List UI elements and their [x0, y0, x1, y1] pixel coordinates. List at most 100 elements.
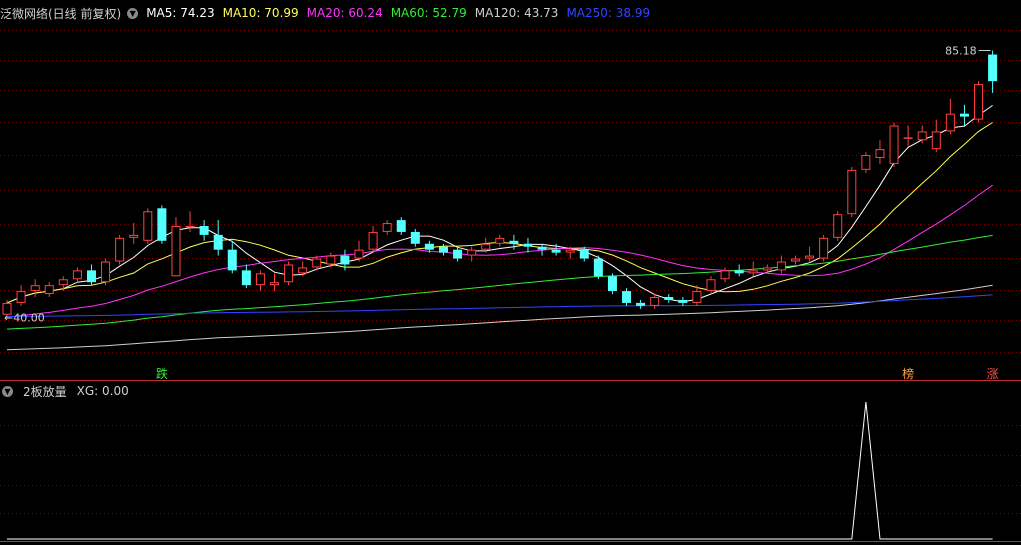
- candle: [593, 255, 603, 280]
- candle: [931, 119, 941, 153]
- candle: [115, 234, 125, 265]
- candle-body: [396, 220, 406, 232]
- candle: [396, 217, 406, 235]
- candle-body: [157, 208, 167, 241]
- candle-body: [453, 249, 463, 259]
- candle: [171, 217, 181, 277]
- candle-body: [847, 169, 857, 215]
- candle-body: [86, 270, 96, 283]
- candle: [157, 205, 167, 244]
- candle: [861, 152, 871, 173]
- candle-body: [495, 237, 505, 244]
- candle-body: [115, 237, 125, 262]
- signal-marker: 榜: [902, 366, 914, 381]
- ma60-line: [6, 234, 993, 330]
- candle-body: [101, 261, 111, 283]
- candle-body: [650, 296, 660, 306]
- candle: [988, 50, 998, 93]
- candle-body: [354, 249, 364, 259]
- candle-body: [438, 246, 448, 253]
- candle: [903, 125, 913, 147]
- candle-body: [622, 291, 632, 303]
- candle: [213, 220, 223, 256]
- candle-body: [537, 246, 547, 250]
- candle-body: [284, 264, 294, 283]
- candle: [467, 246, 477, 262]
- candle-body: [410, 231, 420, 244]
- candle: [101, 258, 111, 286]
- candle-body: [551, 249, 561, 253]
- candle-body: [861, 155, 871, 170]
- candle-body: [129, 234, 139, 238]
- candle-body: [199, 226, 209, 235]
- candle-body: [185, 226, 195, 228]
- candle-body: [368, 231, 378, 250]
- candle-body: [664, 296, 674, 300]
- candle: [959, 104, 969, 126]
- candle: [706, 276, 716, 295]
- candle-body: [762, 267, 772, 271]
- candle: [86, 264, 96, 286]
- candle-body: [270, 282, 280, 286]
- candle-body: [509, 240, 519, 244]
- candle-body: [143, 211, 153, 241]
- candle-body: [875, 149, 885, 159]
- low-price-label: ←40.00: [4, 312, 45, 325]
- candle-body: [255, 273, 265, 286]
- candle: [974, 81, 984, 123]
- candle: [410, 228, 420, 247]
- candle: [805, 246, 815, 262]
- candle-body: [579, 249, 589, 259]
- candle-body: [959, 113, 969, 117]
- candle-body: [481, 243, 491, 250]
- candle: [762, 264, 772, 274]
- candle-body: [819, 237, 829, 259]
- candle: [30, 279, 40, 297]
- candle-body: [903, 137, 913, 139]
- candle-body: [974, 84, 984, 120]
- candle-body: [312, 258, 322, 268]
- candle-body: [44, 285, 54, 295]
- candle: [241, 264, 251, 289]
- candle: [622, 288, 632, 306]
- candle-body: [931, 131, 941, 150]
- candle-body: [734, 270, 744, 274]
- xg-signal-line: [7, 401, 993, 540]
- candle-body: [467, 249, 477, 256]
- ma5-line: [6, 104, 993, 304]
- candle-body: [607, 276, 617, 292]
- candle-body: [833, 214, 843, 238]
- candle-body: [593, 258, 603, 277]
- candle: [917, 125, 927, 144]
- candle-body: [889, 125, 899, 164]
- candle: [847, 166, 857, 218]
- candle-body: [805, 255, 815, 259]
- candle: [607, 273, 617, 295]
- candle-body: [16, 291, 26, 303]
- candle-body: [776, 261, 786, 271]
- candle-body: [565, 249, 575, 253]
- candle-body: [171, 226, 181, 277]
- candle-body: [326, 255, 336, 265]
- candle: [945, 98, 955, 135]
- candle: [255, 270, 265, 292]
- candle-body: [636, 302, 646, 306]
- candle-body: [30, 285, 40, 292]
- candle: [889, 122, 899, 167]
- candle: [129, 223, 139, 244]
- chart-canvas[interactable]: 85.18 ←40.00 跌 榜 涨: [0, 0, 1021, 545]
- candle-body: [72, 270, 82, 280]
- high-price-label: 85.18: [945, 45, 977, 58]
- candle: [875, 140, 885, 164]
- candle-body: [988, 54, 998, 82]
- candle-body: [720, 270, 730, 280]
- candle: [636, 299, 646, 309]
- candle: [664, 294, 674, 303]
- candle-body: [917, 131, 927, 141]
- candle-body: [523, 243, 533, 247]
- candle: [298, 261, 308, 277]
- candle-body: [678, 299, 688, 303]
- candle-body: [706, 279, 716, 292]
- candle: [368, 226, 378, 253]
- candle: [537, 243, 547, 256]
